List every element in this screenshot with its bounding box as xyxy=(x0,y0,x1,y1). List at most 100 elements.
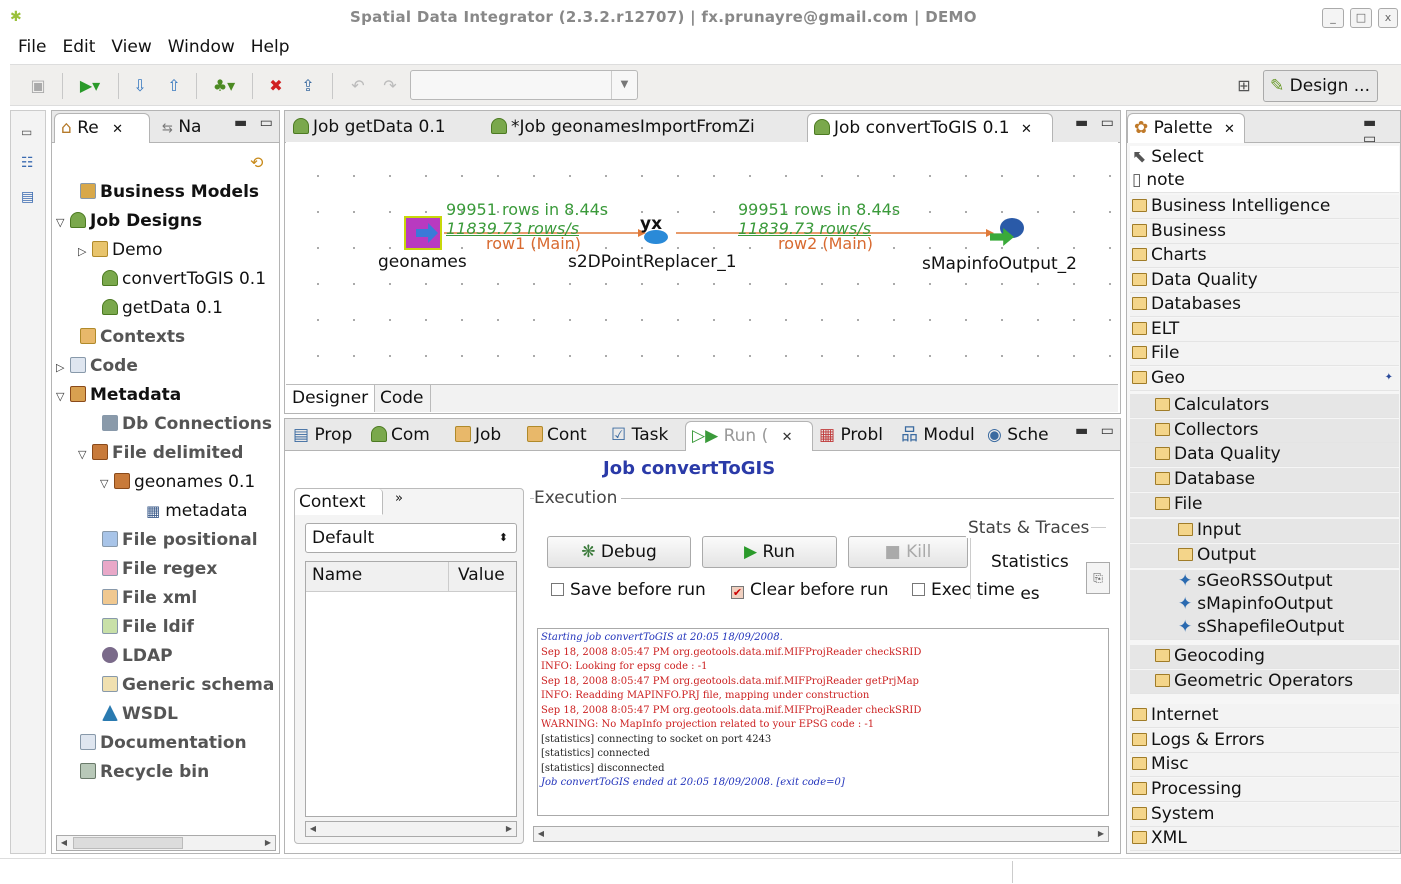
toolbar-combo[interactable]: ▼ xyxy=(410,70,638,100)
palette-item[interactable]: Data Quality xyxy=(1130,443,1399,467)
palette-item[interactable]: Geometric Operators xyxy=(1130,670,1399,694)
context-select[interactable]: Default ⬍ xyxy=(305,523,517,553)
run-console[interactable]: Starting job convertToGIS at 20:05 18/09… xyxy=(537,628,1109,816)
outline-icon[interactable]: ☷ xyxy=(21,155,34,171)
palette-item[interactable]: Geo ✦ xyxy=(1130,367,1399,391)
delete-icon[interactable]: ✖ xyxy=(264,75,288,97)
menu-file[interactable]: File xyxy=(10,34,54,62)
context-hscrollbar[interactable]: ◀ ▶ xyxy=(305,821,517,837)
open-perspective-icon[interactable]: ⊞ xyxy=(1232,75,1256,97)
palette-item[interactable]: ▯ note xyxy=(1130,169,1399,193)
tree-job-getdata[interactable]: getData 0.1 xyxy=(102,297,223,319)
tree-metadata-schema[interactable]: ▦ metadata xyxy=(146,500,248,522)
menu-view[interactable]: View xyxy=(103,34,159,62)
palette-item[interactable]: System xyxy=(1130,803,1399,827)
tab-problems[interactable]: ▦ Probl xyxy=(813,421,889,451)
tree-file-regex[interactable]: File regex xyxy=(102,558,217,580)
tree-db-connections[interactable]: Db Connections xyxy=(102,413,272,435)
tree-file-delimited[interactable]: ▽ File delimited xyxy=(78,442,243,466)
palette-item[interactable]: File xyxy=(1130,342,1399,366)
scroll-left-icon[interactable]: ◀ xyxy=(306,822,320,836)
scroll-right-icon[interactable]: ▶ xyxy=(502,822,516,836)
run-dropdown-icon[interactable]: ▶▾ xyxy=(72,75,108,97)
s2dpointreplacer-component[interactable]: yx xyxy=(638,214,678,250)
tree-metadata[interactable]: ▽ Metadata xyxy=(56,384,181,408)
import-icon[interactable]: ⇩ xyxy=(128,75,152,97)
palette-item[interactable]: File xyxy=(1130,493,1399,517)
checkbox-icon[interactable] xyxy=(912,583,925,596)
smapinfooutput-component[interactable] xyxy=(990,218,1026,250)
palette-item[interactable]: Output xyxy=(1130,544,1399,568)
tab-job[interactable]: Job xyxy=(449,421,507,451)
tree-file-xml[interactable]: File xml xyxy=(102,587,197,609)
column-value[interactable]: Value xyxy=(458,565,505,585)
palette-item[interactable]: XML xyxy=(1130,827,1399,851)
scroll-right-icon[interactable]: ▶ xyxy=(1094,827,1108,841)
exec-time-checkbox[interactable]: Exec time es xyxy=(912,580,1040,604)
palette-item[interactable]: ✦ sGeoRSSOutput xyxy=(1130,570,1399,594)
job-design-canvas[interactable]: geonames yx s2DPointReplacer_1 sMapinfoO… xyxy=(286,142,1118,382)
palette-item[interactable]: Internet xyxy=(1130,704,1399,728)
tab-scheduler[interactable]: ◉ Sche xyxy=(981,421,1055,451)
palette-item[interactable]: Input xyxy=(1130,519,1399,543)
tree-code[interactable]: ▷ Code xyxy=(56,355,138,379)
expanded-icon[interactable]: ▽ xyxy=(56,386,70,408)
palette-item[interactable]: ⬉ Select xyxy=(1130,146,1399,170)
tab-job-geonamesimport[interactable]: *Job geonamesImportFromZi xyxy=(485,113,761,143)
palette-item[interactable]: Misc xyxy=(1130,753,1399,777)
tree-file-ldif[interactable]: File ldif xyxy=(102,616,194,638)
maximize-window-button[interactable]: □ xyxy=(1350,8,1372,28)
row1-label[interactable]: row1 (Main) xyxy=(486,234,581,253)
sync-icon[interactable]: ⟲ xyxy=(250,153,263,172)
tab-code[interactable]: Code xyxy=(374,385,431,412)
export-items-icon[interactable]: ⇪ xyxy=(296,75,320,97)
palette-item[interactable]: Calculators xyxy=(1130,394,1399,418)
scroll-thumb[interactable] xyxy=(73,837,183,849)
palette-item[interactable]: Database xyxy=(1130,468,1399,492)
palette-item[interactable]: Geocoding xyxy=(1130,645,1399,669)
close-icon[interactable]: ✕ xyxy=(1224,122,1235,137)
tree-demo-folder[interactable]: ▷ Demo xyxy=(78,239,163,263)
expanded-icon[interactable]: ▽ xyxy=(78,444,92,466)
palette-item[interactable]: Processing xyxy=(1130,778,1399,802)
tab-component[interactable]: Com xyxy=(365,421,436,451)
scroll-left-icon[interactable]: ◀ xyxy=(534,827,548,841)
tree-wsdl[interactable]: WSDL xyxy=(102,703,178,725)
palette-item[interactable]: ✦ sShapefileOutput xyxy=(1130,616,1399,640)
palette-item[interactable]: Charts xyxy=(1130,244,1399,268)
redo-icon[interactable]: ↷ xyxy=(378,75,402,97)
kill-button[interactable]: ■ Kill xyxy=(848,536,968,568)
menu-edit[interactable]: Edit xyxy=(54,34,103,62)
export-icon[interactable]: ⇧ xyxy=(162,75,186,97)
tree-documentation[interactable]: Documentation xyxy=(80,732,247,754)
restore-icon[interactable]: ▭ xyxy=(21,125,32,139)
collapsed-icon[interactable]: ▷ xyxy=(56,357,70,379)
design-perspective-button[interactable]: ✎ Design ... xyxy=(1263,70,1378,102)
palette-item[interactable]: ✦ sMapinfoOutput xyxy=(1130,593,1399,617)
collapsed-icon[interactable]: ▷ xyxy=(78,241,92,263)
debug-button[interactable]: ❋ Debug xyxy=(547,536,691,568)
scroll-left-icon[interactable]: ◀ xyxy=(57,836,71,850)
tree-job-designs[interactable]: ▽ Job Designs xyxy=(56,210,202,234)
tab-palette[interactable]: ✿ Palette ✕ xyxy=(1127,113,1245,143)
tree-generic-schema[interactable]: Generic schema xyxy=(102,674,274,696)
scroll-right-icon[interactable]: ▶ xyxy=(261,836,275,850)
palette-item[interactable]: Business xyxy=(1130,220,1399,244)
tree-geonames[interactable]: ▽ geonames 0.1 xyxy=(100,471,255,495)
tree-job-converttogis[interactable]: convertToGIS 0.1 xyxy=(102,268,266,290)
minimize-maximize-icons[interactable]: ▬ ▭ xyxy=(1363,115,1400,147)
palette-item[interactable]: Business Intelligence xyxy=(1130,195,1399,219)
tree-file-positional[interactable]: File positional xyxy=(102,529,258,551)
console-hscrollbar[interactable]: ◀ ▶ xyxy=(533,826,1109,842)
minimize-maximize-icons[interactable]: ▬ ▭ xyxy=(1075,115,1118,131)
tab-repository[interactable]: ⌂ Re ✕ xyxy=(54,113,150,143)
clear-stats-icon[interactable]: ⎘ xyxy=(1086,562,1110,594)
geonames-component[interactable] xyxy=(404,216,442,250)
tab-designer[interactable]: Designer xyxy=(286,385,376,412)
expanded-icon[interactable]: ▽ xyxy=(56,212,70,234)
tab-contexts[interactable]: Cont xyxy=(521,421,593,451)
palette-item[interactable]: Databases xyxy=(1130,293,1399,317)
checkbox-icon[interactable] xyxy=(551,583,564,596)
menu-window[interactable]: Window xyxy=(160,34,243,62)
tab-properties[interactable]: ▤ Prop xyxy=(287,421,358,451)
